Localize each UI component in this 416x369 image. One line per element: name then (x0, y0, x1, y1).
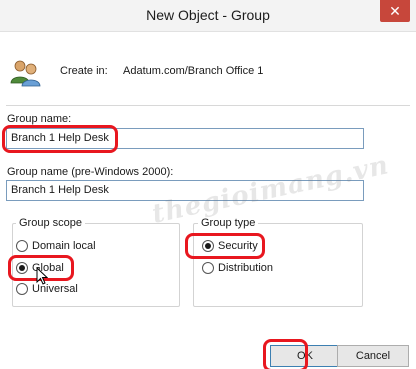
create-in-path: Adatum.com/Branch Office 1 (123, 65, 264, 77)
group-name-input[interactable]: Branch 1 Help Desk (6, 128, 364, 149)
radio-button-checked[interactable] (202, 240, 214, 252)
scope-domain-local-label: Domain local (32, 240, 96, 252)
group-name-label: Group name: (7, 113, 72, 125)
type-distribution-option[interactable]: Distribution (202, 262, 273, 274)
mouse-pointer-icon (36, 267, 48, 285)
radio-button[interactable] (202, 262, 214, 274)
create-in-label: Create in: (60, 65, 108, 77)
separator (6, 105, 410, 106)
type-security-option[interactable]: Security (202, 240, 258, 252)
radio-button-checked[interactable] (16, 262, 28, 274)
type-distribution-label: Distribution (218, 262, 274, 274)
window-title: New Object - Group (146, 7, 270, 23)
group-users-icon (10, 60, 41, 87)
title-bar: New Object - Group ✕ (0, 0, 416, 32)
group-name-pre2000-label: Group name (pre-Windows 2000): (7, 166, 174, 178)
radio-button[interactable] (16, 240, 28, 252)
group-scope-legend: Group scope (16, 217, 85, 229)
close-icon: ✕ (389, 2, 401, 19)
scope-domain-local-option[interactable]: Domain local (16, 240, 96, 252)
close-button[interactable]: ✕ (380, 0, 410, 22)
dialog-body: Create in: Adatum.com/Branch Office 1 Gr… (0, 33, 416, 369)
ok-button[interactable]: OK (270, 345, 340, 367)
radio-button[interactable] (16, 283, 28, 295)
type-security-label: Security (218, 240, 258, 252)
cancel-button[interactable]: Cancel (337, 345, 409, 367)
